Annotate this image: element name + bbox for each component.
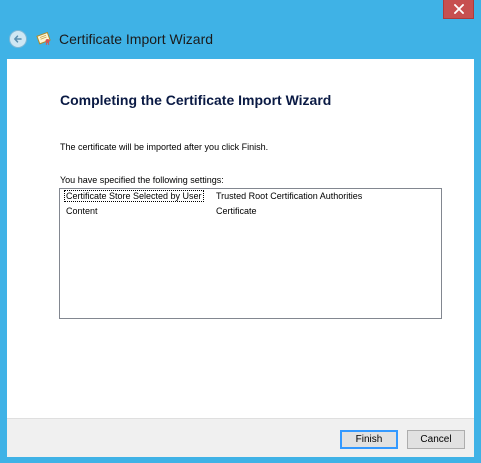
wizard-content: Completing the Certificate Import Wizard…: [7, 59, 474, 418]
cancel-button[interactable]: Cancel: [407, 430, 465, 449]
settings-list[interactable]: Certificate Store Selected by User Trust…: [59, 188, 442, 319]
wizard-title: Certificate Import Wizard: [59, 31, 214, 47]
finish-button[interactable]: Finish: [340, 430, 398, 449]
back-arrow-icon: [14, 35, 22, 43]
settings-label: You have specified the following setting…: [60, 175, 224, 185]
page-heading: Completing the Certificate Import Wizard: [60, 92, 332, 108]
settings-key: Content: [66, 206, 98, 216]
wizard-header: Certificate Import Wizard: [0, 22, 481, 58]
settings-key: Certificate Store Selected by User: [64, 190, 204, 202]
button-bar: Finish Cancel: [7, 418, 474, 457]
close-button[interactable]: [443, 0, 474, 19]
settings-value: Certificate: [216, 206, 257, 216]
settings-row[interactable]: Certificate Store Selected by User Trust…: [60, 190, 441, 204]
settings-value: Trusted Root Certification Authorities: [216, 191, 363, 201]
wizard-window: Certificate Import Wizard Completing the…: [0, 0, 481, 463]
certificate-icon: [36, 31, 51, 46]
info-text: The certificate will be imported after y…: [60, 142, 269, 152]
settings-row[interactable]: Content Certificate: [60, 205, 441, 219]
close-icon: [453, 4, 464, 14]
back-button[interactable]: [9, 30, 27, 48]
